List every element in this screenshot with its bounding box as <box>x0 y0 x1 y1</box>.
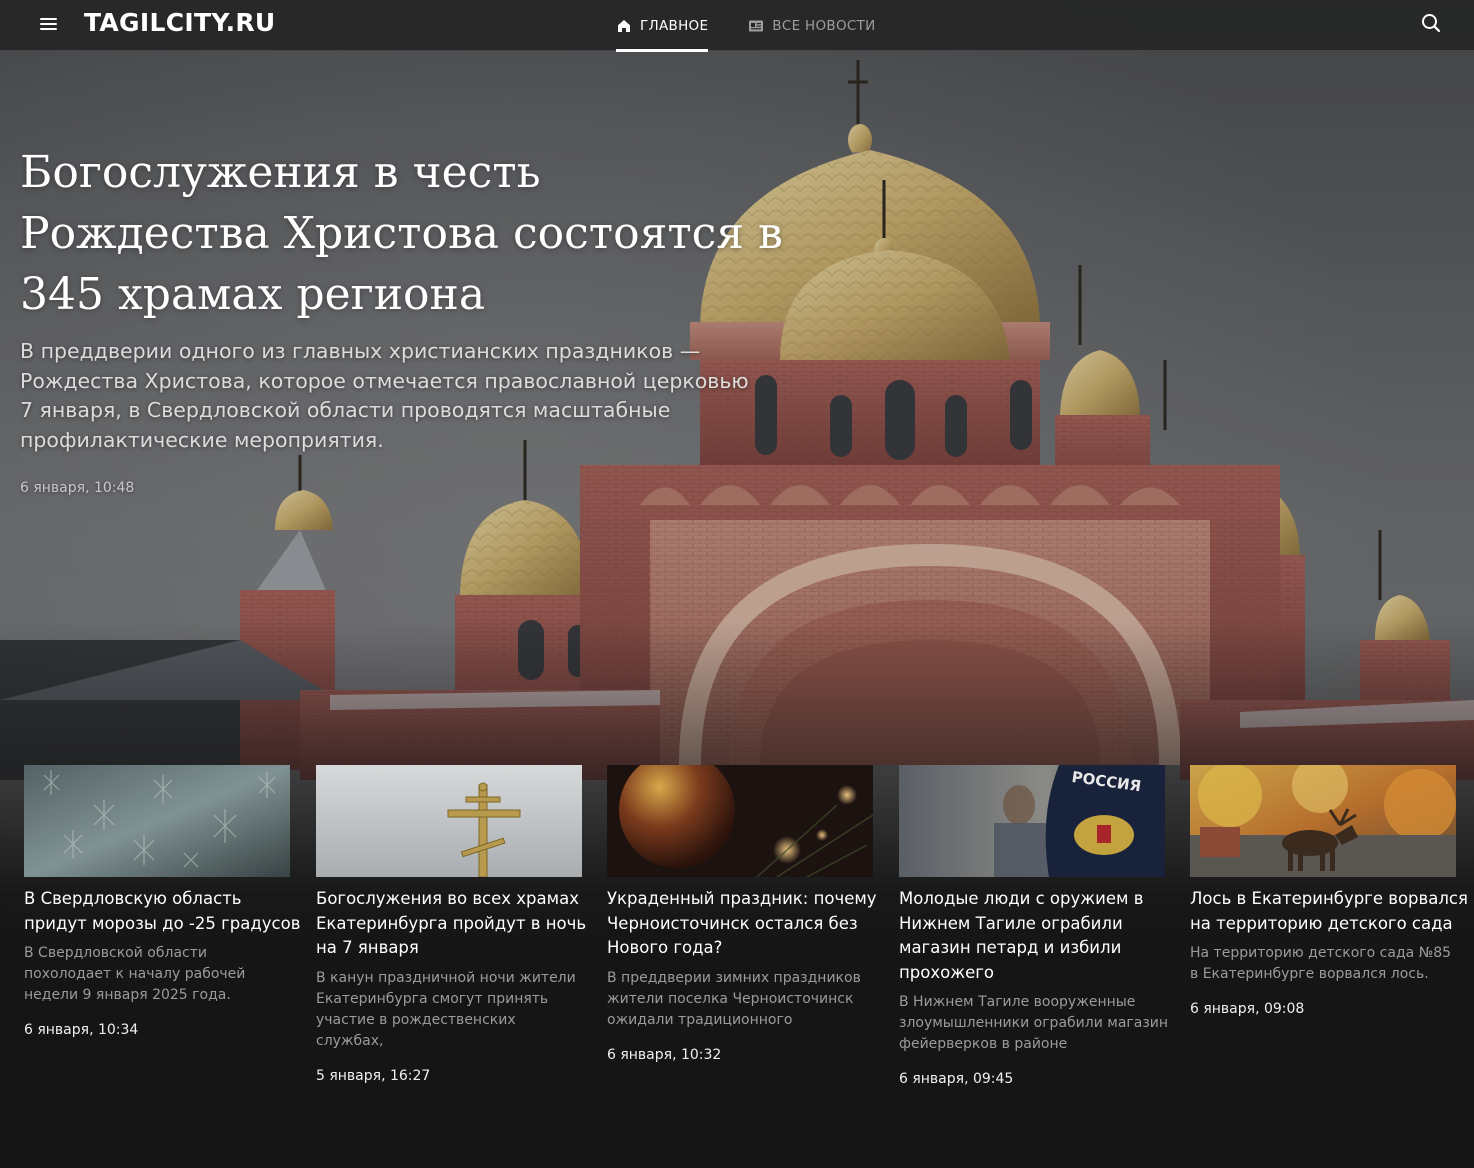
nav-item-main-label: ГЛАВНОЕ <box>640 17 709 34</box>
news-card-image-moose[interactable] <box>1190 765 1456 877</box>
news-card-date: 6 января, 09:45 <box>899 1071 1014 1087</box>
site-logo[interactable]: TAGILCITY.RU <box>84 8 276 37</box>
news-card-image-ornament[interactable] <box>607 765 873 877</box>
news-card-date: 6 января, 10:32 <box>607 1046 722 1063</box>
news-card-lead: В Нижнем Тагиле вооруженные злоумышленни… <box>899 994 1169 1052</box>
news-card-date: 6 января, 10:34 <box>24 1022 139 1038</box>
news-cards-row: В Свердловскую область придут морозы до … <box>24 765 1468 1145</box>
news-card[interactable]: Украденный праздник: почему Черноисточин… <box>607 765 877 1063</box>
nav-item-all-news-label: ВСЕ НОВОСТИ <box>772 17 876 34</box>
hamburger-menu-icon[interactable] <box>38 14 60 36</box>
hero-date: 6 января, 10:48 <box>20 480 135 496</box>
news-card[interactable]: Богослужения во всех храмах Екатеринбург… <box>316 765 586 1084</box>
top-navigation-bar: TAGILCITY.RU ГЛАВНОЕ ВСЕ НОВОСТИ <box>0 0 1474 52</box>
hero-headline[interactable]: Богослужения в честь Рождества Христова … <box>20 142 790 325</box>
newspaper-icon <box>748 18 764 34</box>
news-card-title[interactable]: В Свердловскую область придут морозы до … <box>24 887 304 936</box>
news-card[interactable]: Лось в Екатеринбурге ворвался на террито… <box>1190 765 1468 1017</box>
news-card-image-police[interactable]: РОССИЯ <box>899 765 1165 877</box>
news-card[interactable]: РОССИЯ Молодые люди с оружием в Нижнем Т… <box>899 765 1168 1087</box>
news-card-title[interactable]: Лось в Екатеринбурге ворвался на террито… <box>1190 887 1470 936</box>
nav-item-main[interactable]: ГЛАВНОЕ <box>600 0 724 52</box>
news-card-lead: В преддверии зимних праздников жители по… <box>607 969 861 1028</box>
search-icon[interactable] <box>1419 11 1443 35</box>
news-card-title[interactable]: Украденный праздник: почему Черноисточин… <box>607 887 887 961</box>
hero-lead-text: В преддверии одного из главных христианс… <box>20 339 749 452</box>
news-card-date: 6 января, 09:08 <box>1190 1001 1305 1017</box>
nav-item-all-news[interactable]: ВСЕ НОВОСТИ <box>732 0 891 51</box>
news-card-title[interactable]: Богослужения во всех храмах Екатеринбург… <box>316 887 596 961</box>
news-card[interactable]: В Свердловскую область придут морозы до … <box>24 765 300 1038</box>
news-card-title[interactable]: Молодые люди с оружием в Нижнем Тагиле о… <box>899 887 1179 985</box>
news-card-lead: В Свердловской области похолодает к нача… <box>24 945 246 1003</box>
news-card-image-cross[interactable] <box>316 765 582 877</box>
main-nav: ГЛАВНОЕ ВСЕ НОВОСТИ <box>600 0 892 52</box>
news-card-lead: На территорию детского сада №85 в Екатер… <box>1190 945 1452 982</box>
home-icon <box>616 18 632 34</box>
news-card-date: 5 января, 16:27 <box>316 1067 431 1084</box>
news-card-image-frost[interactable] <box>24 765 290 877</box>
news-card-lead: В канун праздничной ночи жители Екатерин… <box>316 969 576 1049</box>
